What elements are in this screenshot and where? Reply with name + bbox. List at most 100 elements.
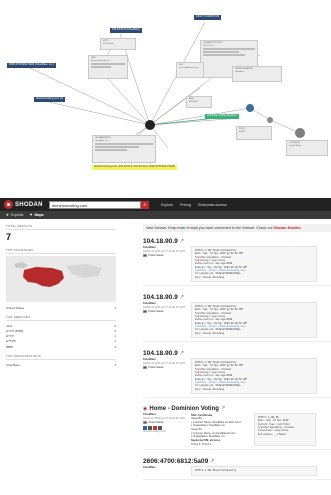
results-list: New Service: Keep track of what you have… [143, 224, 331, 488]
result-item: 104.18.90.9 ↗ Cloudflare Added on 2020-1… [143, 350, 331, 398]
total-results-count: 7 [6, 232, 12, 242]
card-line: United States [289, 144, 302, 147]
result-country[interactable]: United States [148, 254, 164, 258]
external-link-icon[interactable]: ↗ [180, 350, 184, 356]
shodan-logo-icon [4, 200, 13, 209]
external-link-icon[interactable]: ↗ [221, 406, 225, 411]
result-ip-link[interactable]: 104.18.90.9 [143, 294, 178, 301]
top-navbar: SHODAN dominionvoting.com ⌕ Explore Pric… [0, 198, 331, 211]
result-item: 104.18.90.9 ↗ Cloudflare Added on 2020-1… [143, 238, 331, 286]
tab-maps[interactable]: ⚑ Maps [29, 213, 43, 217]
graph-card[interactable]: HTTP 301 Moved [100, 38, 136, 50]
result-ip-link[interactable]: 104.18.90.9 [143, 350, 178, 357]
graph-edges [27, 21, 305, 161]
notice-text: New Service: Keep track of what you have… [146, 226, 274, 230]
us-flag-icon [143, 310, 147, 313]
card-line: AS13335 [189, 100, 198, 103]
monitor-notice: New Service: Keep track of what you have… [143, 224, 331, 232]
facet-count: 1 [114, 334, 116, 339]
facet-count: 1 [114, 344, 116, 349]
tab-exploits[interactable]: ✸ Exploits [6, 213, 23, 217]
result-item-featured: ◉ Home - Dominion Voting ↗ Cloudflare Ad… [143, 405, 331, 451]
external-link-icon[interactable]: ↗ [180, 294, 184, 300]
facet-service[interactable]: 8888 [6, 345, 13, 349]
graph-card[interactable]: ORGANIZATION Cloudflare, Inc. [92, 135, 156, 163]
graph-card[interactable]: SSL sni.cloudflaressl.com [176, 62, 204, 78]
product-icon [143, 425, 147, 430]
us-flag-icon [143, 254, 147, 257]
top-countries-heading: TOP COUNTRIES [6, 248, 116, 254]
card-line: sni.cloudflaressl.com [179, 66, 199, 69]
world-map[interactable] [6, 256, 116, 302]
maps-icon: ⚑ [29, 213, 33, 217]
facet-org[interactable]: Cloudflare [6, 363, 20, 367]
result-hostname[interactable]: dominionvoting.com [143, 430, 188, 434]
search-button[interactable]: ⌕ [140, 200, 149, 209]
result-item: 2606:4700:6812:5a09 ↗ Cloudflare HTTP/1.… [143, 458, 331, 480]
relationship-graph[interactable]: FAULT CONDITION 104.18.90.9 (Cloudflare)… [0, 0, 331, 190]
result-country[interactable]: United States [148, 310, 164, 314]
result-ip-link[interactable]: 2606:4700:6812:5a09 [143, 458, 208, 465]
graph-label-highlighted[interactable]: dominionvoting.com (104.18.90.9, 104.18.… [92, 165, 178, 170]
graph-card[interactable]: SERVER HEADER cloudflare [232, 66, 282, 82]
tab-label: Exploits [10, 213, 24, 217]
result-country[interactable]: United States [148, 421, 164, 425]
external-link-icon[interactable]: ↗ [210, 459, 214, 464]
result-country[interactable]: United States [148, 366, 164, 370]
facet-count: 7 [114, 305, 116, 310]
us-map-shape [14, 262, 102, 287]
card-line: 301 Moved [103, 42, 114, 45]
facet-row[interactable]: 8888 1 [6, 344, 116, 349]
graph-card[interactable]: PORT 80/443 [236, 126, 272, 140]
facet-service[interactable]: HTTP [6, 334, 14, 338]
total-results-heading: TOTAL RESULTS [6, 224, 116, 230]
nav-enterprise-access[interactable]: Enterprise Access [198, 203, 227, 207]
shodan-monitor-link[interactable]: Shodan Monitor [273, 226, 300, 230]
search-input[interactable]: dominionvoting.com [48, 200, 141, 209]
facet-row[interactable]: United States 7 [6, 305, 116, 310]
facet-service[interactable]: HTTP (8080) [6, 329, 23, 333]
result-org[interactable]: Cloudflare [143, 466, 188, 470]
facet-service[interactable]: HTTPS [6, 339, 16, 343]
exploits-icon: ✸ [6, 213, 9, 217]
facet-count: 1 [114, 339, 116, 344]
graph-label[interactable]: dominionvoting.com (A) [34, 97, 66, 102]
graph-label[interactable]: 104.18.90.9 (Cloudflare) [110, 28, 142, 33]
graph-card[interactable]: ASN AS13335 [186, 96, 212, 108]
facet-row[interactable]: Cloudflare 7 [6, 362, 116, 367]
facet-country[interactable]: United States [6, 306, 24, 310]
us-flag-icon [143, 421, 147, 424]
product-icon [158, 425, 162, 430]
graph-label[interactable]: 2606:4700:6812:5a09 (Cloudflare, Inc.) [7, 63, 57, 68]
card-line: 80/443 [239, 130, 246, 133]
facet-count: 2 [114, 328, 116, 333]
card-line: 104.18.91.9 [203, 44, 214, 47]
result-item: 104.18.90.9 ↗ Cloudflare Added on 2020-1… [143, 294, 331, 342]
central-node [145, 120, 155, 130]
nav-explore[interactable]: Explore [161, 203, 173, 207]
shodan-logo[interactable]: SHODAN [4, 200, 43, 209]
facet-count: 2 [114, 323, 116, 328]
globe-icon: ◉ [143, 405, 148, 412]
result-banner: HTTP/1.1 301 Moved Permanently Date: Sat,… [191, 301, 317, 338]
result-banner: HTTP/1.1 301 Moved Permanently Date: Sat,… [191, 357, 317, 394]
graph-card[interactable]: LOCATION United States [286, 140, 328, 156]
card-line: dominionvoting.com [91, 59, 110, 62]
result-ip-link[interactable]: 104.18.90.9 [143, 238, 178, 245]
result-banner: HTTP/1.1 301 Moved Permanently Date: Sat,… [191, 246, 317, 282]
external-link-icon[interactable]: ↗ [180, 239, 184, 244]
nav-pricing[interactable]: Pricing [180, 203, 191, 207]
top-nav-links: Explore Pricing Enterprise Access [161, 203, 227, 207]
result-banner: HTTP/1.1 200 OK Date: Sat, 07 Nov 2020 Con… [254, 412, 316, 447]
card-line: cloudflare [235, 70, 245, 73]
facet-service[interactable]: nfsd [6, 324, 12, 328]
product-icon [148, 425, 152, 430]
brand-name: SHODAN [15, 201, 43, 208]
search-icon: ⌕ [143, 201, 147, 208]
graph-label[interactable]: FAULT CONDITION [194, 15, 222, 20]
graph-label[interactable]: Dominion Voting Systems [205, 114, 239, 119]
facets-sidebar: TOTAL RESULTS 7 TOP COUNTRIES United Sta… [6, 224, 116, 372]
result-title-link[interactable]: Home - Dominion Voting [149, 406, 219, 412]
graph-card[interactable]: DNS dominionvoting.com [88, 55, 128, 79]
top-services-heading: TOP SERVICES [6, 315, 116, 322]
